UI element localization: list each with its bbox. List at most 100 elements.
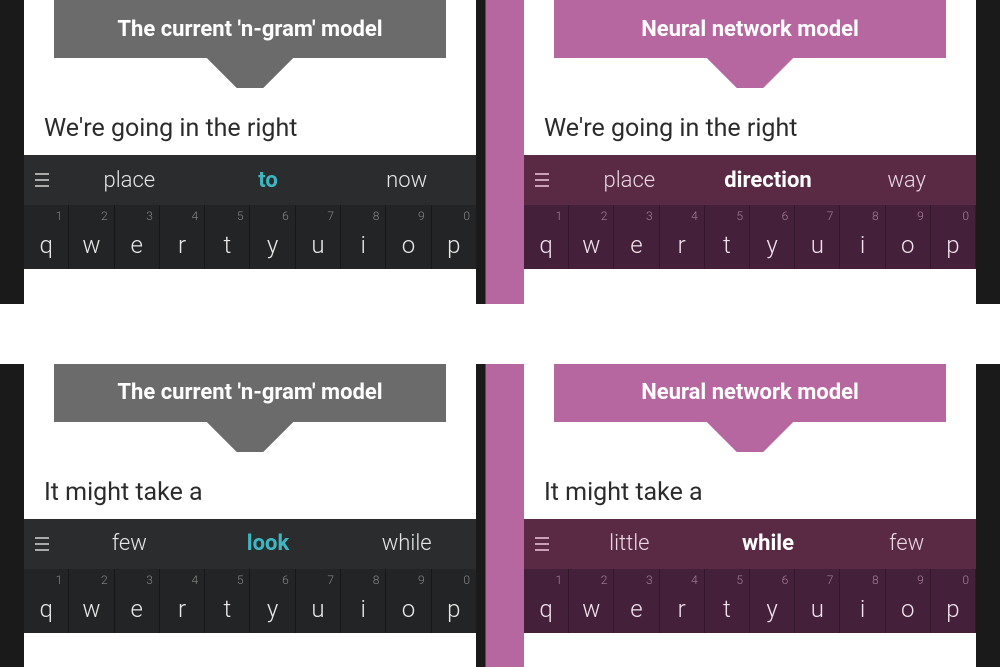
suggestion[interactable]: way (837, 158, 976, 203)
key-y[interactable]: 6y (250, 205, 295, 269)
key-p[interactable]: 0p (432, 205, 476, 269)
key-q[interactable]: 1q (524, 569, 569, 633)
key-q[interactable]: 1q (24, 205, 69, 269)
model-banner: The current 'n-gram' model (54, 364, 446, 422)
suggestion[interactable]: place (60, 158, 199, 203)
key-number: 7 (327, 209, 334, 223)
key-p[interactable]: 0p (931, 569, 976, 633)
key-letter: y (766, 595, 777, 623)
key-u[interactable]: 7u (795, 205, 840, 269)
key-number: 0 (962, 209, 969, 223)
typed-text: It might take a (524, 422, 976, 519)
menu-icon[interactable] (524, 537, 560, 551)
suggestion[interactable]: while (337, 521, 476, 566)
key-number: 9 (418, 573, 425, 587)
key-number: 4 (192, 209, 199, 223)
key-number: 1 (56, 573, 63, 587)
key-r[interactable]: 4r (160, 569, 205, 633)
key-t[interactable]: 5t (205, 205, 250, 269)
key-r[interactable]: 4r (660, 569, 705, 633)
key-w[interactable]: 2w (569, 205, 614, 269)
key-letter: q (539, 231, 552, 259)
key-letter: w (582, 595, 600, 623)
key-letter: t (223, 231, 231, 259)
key-number: 3 (646, 209, 653, 223)
key-letter: t (223, 595, 231, 623)
keyboard-row: 1q2w3e4r5t6y7u8i9o0p (24, 205, 476, 269)
key-i[interactable]: 8i (840, 205, 885, 269)
phone-edge (0, 364, 24, 667)
key-number: 9 (418, 209, 425, 223)
key-w[interactable]: 2w (69, 569, 114, 633)
key-i[interactable]: 8i (341, 205, 386, 269)
key-o[interactable]: 9o (886, 205, 931, 269)
suggestion-center[interactable]: to (199, 158, 338, 203)
key-u[interactable]: 7u (296, 569, 341, 633)
menu-icon[interactable] (24, 173, 60, 187)
key-e[interactable]: 3e (115, 205, 160, 269)
key-letter: u (811, 231, 824, 259)
key-number: 9 (917, 573, 924, 587)
key-number: 8 (373, 573, 380, 587)
key-w[interactable]: 2w (69, 205, 114, 269)
key-u[interactable]: 7u (296, 205, 341, 269)
key-number: 5 (237, 209, 244, 223)
suggestion-center[interactable]: look (199, 521, 338, 566)
key-w[interactable]: 2w (569, 569, 614, 633)
suggestion-center[interactable]: direction (699, 158, 838, 203)
key-number: 6 (282, 573, 289, 587)
key-e[interactable]: 3e (614, 569, 659, 633)
key-number: 5 (237, 573, 244, 587)
key-t[interactable]: 5t (705, 205, 750, 269)
key-i[interactable]: 8i (840, 569, 885, 633)
key-r[interactable]: 4r (660, 205, 705, 269)
key-q[interactable]: 1q (24, 569, 69, 633)
key-number: 2 (601, 209, 608, 223)
keyboard-row: 1q2w3e4r5t6y7u8i9o0p (24, 569, 476, 633)
key-letter: t (723, 595, 731, 623)
suggestions-bar: littlewhilefew (524, 519, 976, 569)
suggestion[interactable]: few (837, 521, 976, 566)
key-letter: y (267, 231, 278, 259)
key-number: 6 (782, 573, 789, 587)
key-t[interactable]: 5t (205, 569, 250, 633)
key-number: 6 (282, 209, 289, 223)
key-number: 1 (556, 209, 563, 223)
suggestion[interactable]: now (337, 158, 476, 203)
key-y[interactable]: 6y (750, 205, 795, 269)
phone-edge (476, 364, 500, 667)
key-y[interactable]: 6y (750, 569, 795, 633)
key-o[interactable]: 9o (386, 205, 431, 269)
key-o[interactable]: 9o (386, 569, 431, 633)
suggestion-center[interactable]: while (699, 521, 838, 566)
suggestion[interactable]: little (560, 521, 699, 566)
key-number: 4 (691, 573, 698, 587)
suggestions-bar: fewlookwhile (24, 519, 476, 569)
key-letter: p (447, 231, 460, 259)
content-area: Neural network modelWe're going in the r… (524, 0, 976, 304)
menu-icon[interactable] (524, 173, 560, 187)
suggestion[interactable]: place (560, 158, 699, 203)
phone-edge (476, 0, 500, 304)
key-p[interactable]: 0p (931, 205, 976, 269)
key-q[interactable]: 1q (524, 205, 569, 269)
key-number: 8 (373, 209, 380, 223)
key-number: 1 (556, 573, 563, 587)
key-number: 5 (736, 573, 743, 587)
content-area: The current 'n-gram' modelWe're going in… (24, 0, 476, 304)
key-e[interactable]: 3e (115, 569, 160, 633)
key-e[interactable]: 3e (614, 205, 659, 269)
key-t[interactable]: 5t (705, 569, 750, 633)
key-r[interactable]: 4r (160, 205, 205, 269)
key-letter: w (82, 595, 100, 623)
menu-icon[interactable] (24, 537, 60, 551)
key-letter: y (766, 231, 777, 259)
key-letter: i (860, 231, 865, 259)
suggestion[interactable]: few (60, 521, 199, 566)
key-o[interactable]: 9o (886, 569, 931, 633)
key-u[interactable]: 7u (795, 569, 840, 633)
key-p[interactable]: 0p (432, 569, 476, 633)
key-i[interactable]: 8i (341, 569, 386, 633)
key-y[interactable]: 6y (250, 569, 295, 633)
key-number: 6 (782, 209, 789, 223)
